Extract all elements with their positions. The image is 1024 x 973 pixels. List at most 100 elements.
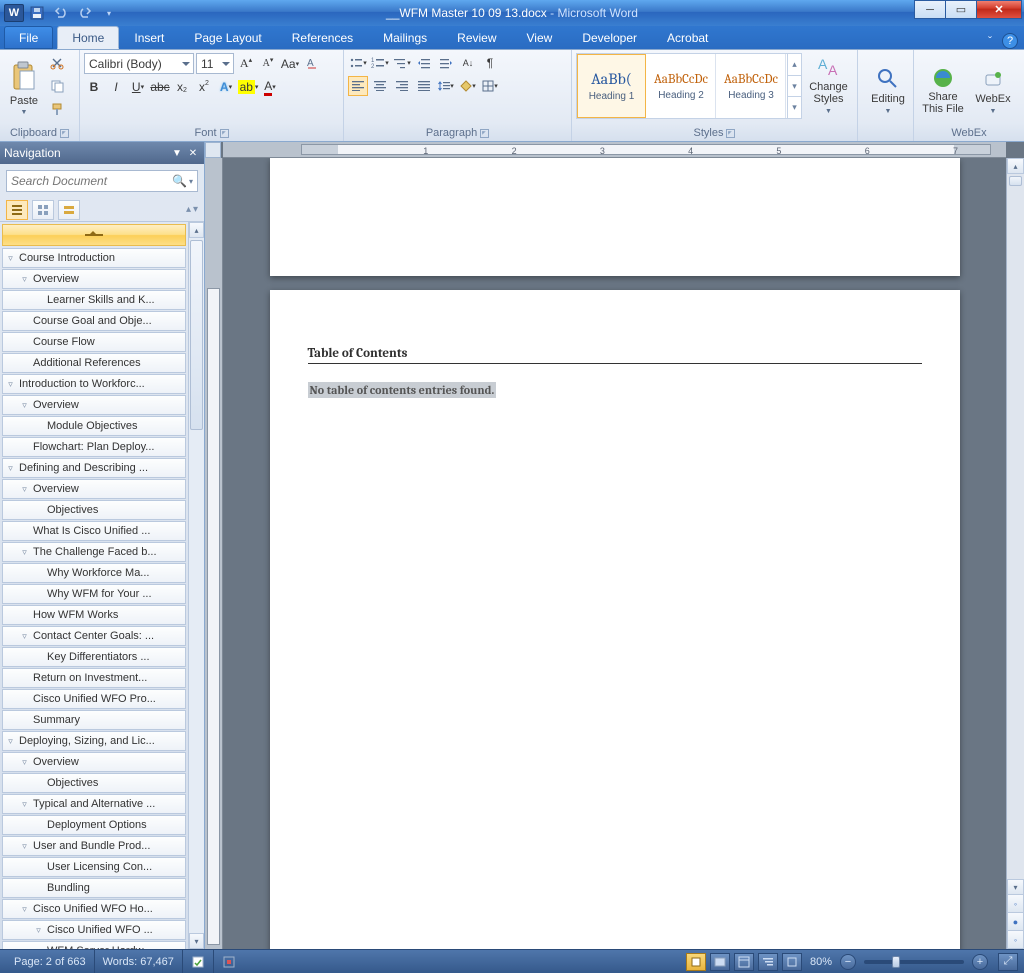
paste-button[interactable]: Paste ▼ bbox=[4, 53, 44, 119]
search-input[interactable] bbox=[11, 174, 172, 188]
superscript-icon[interactable]: x2 bbox=[194, 77, 214, 97]
browse-prev-icon[interactable]: ◦ bbox=[1007, 895, 1024, 913]
tab-references[interactable]: References bbox=[277, 26, 368, 49]
clipboard-launcher-icon[interactable] bbox=[60, 129, 69, 138]
collapse-icon[interactable]: ▿ bbox=[33, 925, 44, 936]
webex-button[interactable]: WebEx▼ bbox=[970, 53, 1016, 119]
tab-review[interactable]: Review bbox=[442, 26, 511, 49]
sort-icon[interactable]: A↓ bbox=[458, 53, 478, 73]
nav-heading-item[interactable]: ▿Deploying, Sizing, and Lic... bbox=[2, 731, 186, 751]
collapse-icon[interactable]: ▿ bbox=[5, 379, 16, 390]
status-words[interactable]: Words: 67,467 bbox=[95, 950, 183, 973]
nav-heading-item[interactable]: What Is Cisco Unified ... bbox=[2, 521, 186, 541]
nav-heading-item[interactable]: ▿Course Introduction bbox=[2, 248, 186, 268]
ruler-toggle-icon[interactable] bbox=[205, 142, 221, 158]
nav-heading-item[interactable]: ▿Contact Center Goals: ... bbox=[2, 626, 186, 646]
nav-heading-item[interactable]: ▿Overview bbox=[2, 269, 186, 289]
view-full-screen-icon[interactable] bbox=[710, 953, 730, 971]
browse-next-icon[interactable]: ◦ bbox=[1007, 931, 1024, 949]
justify-icon[interactable] bbox=[414, 76, 434, 96]
editing-button[interactable]: Editing▼ bbox=[862, 53, 914, 119]
line-spacing-icon[interactable]: ▾ bbox=[436, 76, 456, 96]
styles-gallery[interactable]: AaBb(Heading 1 AaBbCcDcHeading 2 AaBbCcD… bbox=[576, 53, 802, 119]
document-scrollbar[interactable]: ▴ ▾ ◦ ● ◦ bbox=[1006, 158, 1024, 949]
word-app-icon[interactable]: W bbox=[4, 4, 24, 22]
nav-heading-item[interactable]: User Licensing Con... bbox=[2, 857, 186, 877]
zoom-dialog-icon[interactable]: ⤢ bbox=[998, 953, 1018, 971]
collapse-icon[interactable]: ▿ bbox=[19, 631, 30, 642]
tab-page-layout[interactable]: Page Layout bbox=[179, 26, 276, 49]
maximize-button[interactable]: ▭ bbox=[945, 0, 977, 19]
subscript-icon[interactable]: x2 bbox=[172, 77, 192, 97]
nav-prev-icon[interactable]: ▴ bbox=[186, 204, 191, 215]
nav-heading-item[interactable]: ▿Overview bbox=[2, 752, 186, 772]
bullets-icon[interactable]: ▾ bbox=[348, 53, 368, 73]
show-marks-icon[interactable]: ¶ bbox=[480, 53, 500, 73]
text-effects-icon[interactable]: A▾ bbox=[216, 77, 236, 97]
help-icon[interactable]: ? bbox=[1002, 33, 1018, 49]
share-file-button[interactable]: Share This File bbox=[918, 53, 968, 119]
nav-heading-item[interactable]: Objectives bbox=[2, 500, 186, 520]
nav-heading-item[interactable]: Course Flow bbox=[2, 332, 186, 352]
nav-next-icon[interactable]: ▾ bbox=[193, 204, 198, 215]
search-icon[interactable]: 🔍 bbox=[172, 174, 187, 188]
status-proofing-icon[interactable] bbox=[183, 950, 214, 973]
collapse-icon[interactable]: ▿ bbox=[5, 253, 16, 264]
style-heading1[interactable]: AaBb(Heading 1 bbox=[577, 54, 646, 118]
navigation-search[interactable]: 🔍▾ bbox=[6, 170, 198, 192]
italic-icon[interactable]: I bbox=[106, 77, 126, 97]
nav-heading-item[interactable]: Bundling bbox=[2, 878, 186, 898]
nav-heading-item[interactable]: ▿User and Bundle Prod... bbox=[2, 836, 186, 856]
nav-heading-item[interactable]: Key Differentiators ... bbox=[2, 647, 186, 667]
nav-heading-item[interactable]: Deployment Options bbox=[2, 815, 186, 835]
nav-goto-top[interactable] bbox=[2, 224, 186, 246]
styles-gallery-scroll[interactable]: ▴▾▾ bbox=[787, 54, 801, 118]
nav-heading-item[interactable]: ▿Cisco Unified WFO ... bbox=[2, 920, 186, 940]
collapse-icon[interactable]: ▿ bbox=[19, 484, 30, 495]
underline-icon[interactable]: U▾ bbox=[128, 77, 148, 97]
font-launcher-icon[interactable] bbox=[220, 129, 229, 138]
status-page[interactable]: Page: 2 of 663 bbox=[6, 950, 95, 973]
status-macro-icon[interactable] bbox=[214, 950, 244, 973]
nav-heading-item[interactable]: Why WFM for Your ... bbox=[2, 584, 186, 604]
clear-formatting-icon[interactable]: A bbox=[302, 54, 322, 74]
qat-redo-icon[interactable] bbox=[74, 3, 96, 23]
shading-icon[interactable]: ▾ bbox=[458, 76, 478, 96]
nav-heading-item[interactable]: Cisco Unified WFO Pro... bbox=[2, 689, 186, 709]
tab-mailings[interactable]: Mailings bbox=[368, 26, 442, 49]
strikethrough-icon[interactable]: abc bbox=[150, 77, 170, 97]
nav-heading-item[interactable]: Flowchart: Plan Deploy... bbox=[2, 437, 186, 457]
align-right-icon[interactable] bbox=[392, 76, 412, 96]
copy-icon[interactable] bbox=[46, 76, 68, 96]
numbering-icon[interactable]: 12▾ bbox=[370, 53, 390, 73]
collapse-icon[interactable]: ▿ bbox=[19, 799, 30, 810]
change-case-icon[interactable]: Aa▾ bbox=[280, 54, 300, 74]
qat-customize-icon[interactable]: ▾ bbox=[98, 3, 120, 23]
align-left-icon[interactable] bbox=[348, 76, 368, 96]
format-painter-icon[interactable] bbox=[46, 99, 68, 119]
minimize-button[interactable]: ─ bbox=[914, 0, 946, 19]
collapse-icon[interactable]: ▿ bbox=[19, 757, 30, 768]
nav-heading-item[interactable]: ▿Cisco Unified WFO Ho... bbox=[2, 899, 186, 919]
document-viewport[interactable]: Table of Contents No table of contents e… bbox=[223, 158, 1006, 949]
tab-developer[interactable]: Developer bbox=[567, 26, 652, 49]
doc-scroll-up-icon[interactable]: ▴ bbox=[1007, 158, 1024, 174]
zoom-in-icon[interactable]: + bbox=[972, 954, 988, 970]
qat-undo-icon[interactable] bbox=[50, 3, 72, 23]
nav-heading-item[interactable]: ▿The Challenge Faced b... bbox=[2, 542, 186, 562]
navigation-close-icon[interactable]: ✕ bbox=[186, 146, 200, 160]
increase-indent-icon[interactable] bbox=[436, 53, 456, 73]
nav-heading-item[interactable]: WFM Server Hardw... bbox=[2, 941, 186, 949]
highlight-icon[interactable]: ab▾ bbox=[238, 77, 258, 97]
multilevel-list-icon[interactable]: ▾ bbox=[392, 53, 412, 73]
paragraph-launcher-icon[interactable] bbox=[480, 129, 489, 138]
nav-heading-item[interactable]: Return on Investment... bbox=[2, 668, 186, 688]
cut-icon[interactable] bbox=[46, 53, 68, 73]
nav-heading-item[interactable]: Additional References bbox=[2, 353, 186, 373]
nav-heading-item[interactable]: ▿Overview bbox=[2, 479, 186, 499]
nav-heading-item[interactable]: ▿Typical and Alternative ... bbox=[2, 794, 186, 814]
nav-heading-item[interactable]: ▿Introduction to Workforc... bbox=[2, 374, 186, 394]
minimize-ribbon-icon[interactable]: ˇ bbox=[982, 33, 998, 49]
change-styles-button[interactable]: AA Change Styles▼ bbox=[804, 53, 853, 119]
view-outline-icon[interactable] bbox=[758, 953, 778, 971]
